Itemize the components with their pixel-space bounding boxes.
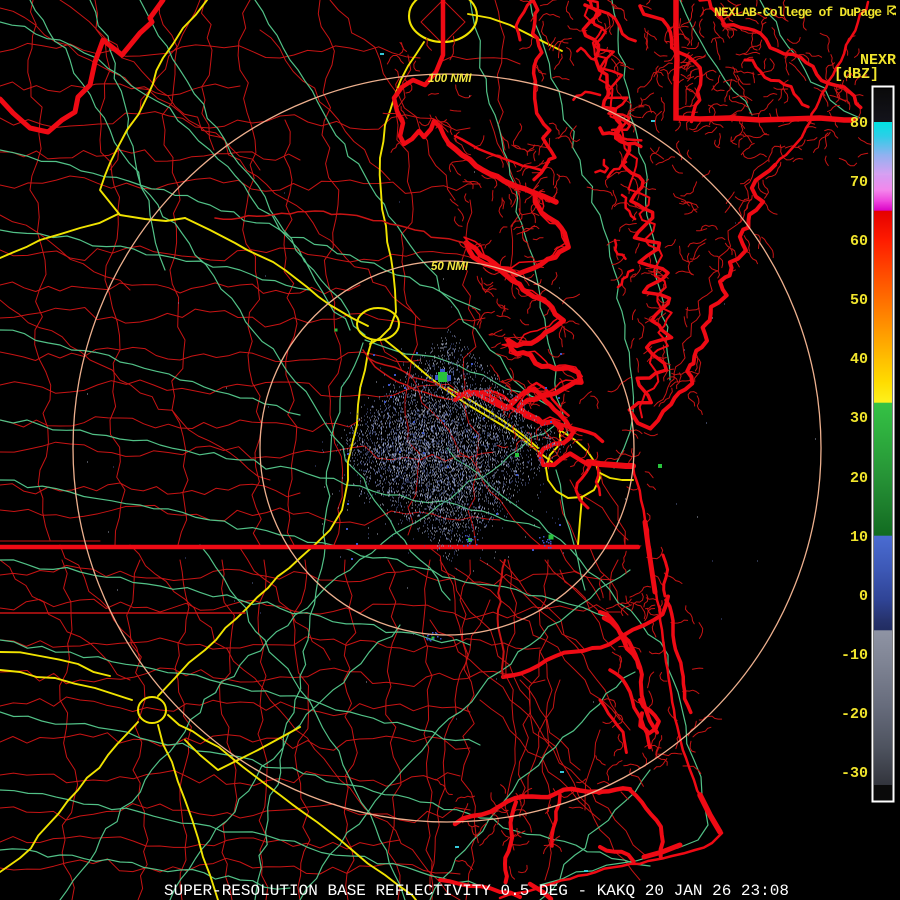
svg-text:0: 0 — [859, 588, 868, 605]
svg-text:100 NMI: 100 NMI — [428, 73, 472, 85]
svg-text:SUPER-RESOLUTION BASE REFLECTI: SUPER-RESOLUTION BASE REFLECTIVITY 0.5 D… — [164, 882, 789, 900]
svg-text:[dBZ]: [dBZ] — [834, 66, 879, 83]
svg-text:40: 40 — [850, 351, 868, 368]
svg-text:30: 30 — [850, 410, 868, 427]
svg-text:10: 10 — [850, 529, 868, 546]
svg-text:-20: -20 — [841, 706, 868, 723]
svg-text:20: 20 — [850, 470, 868, 487]
svg-text:-30: -30 — [841, 765, 868, 782]
svg-text:50 NMI: 50 NMI — [431, 261, 469, 273]
svg-text:60: 60 — [850, 233, 868, 250]
svg-text:NEXLAB-College of DuPage: NEXLAB-College of DuPage — [714, 5, 882, 20]
svg-text:70: 70 — [850, 174, 868, 191]
svg-text:80: 80 — [850, 115, 868, 132]
svg-text:50: 50 — [850, 292, 868, 309]
svg-text:-10: -10 — [841, 647, 868, 664]
